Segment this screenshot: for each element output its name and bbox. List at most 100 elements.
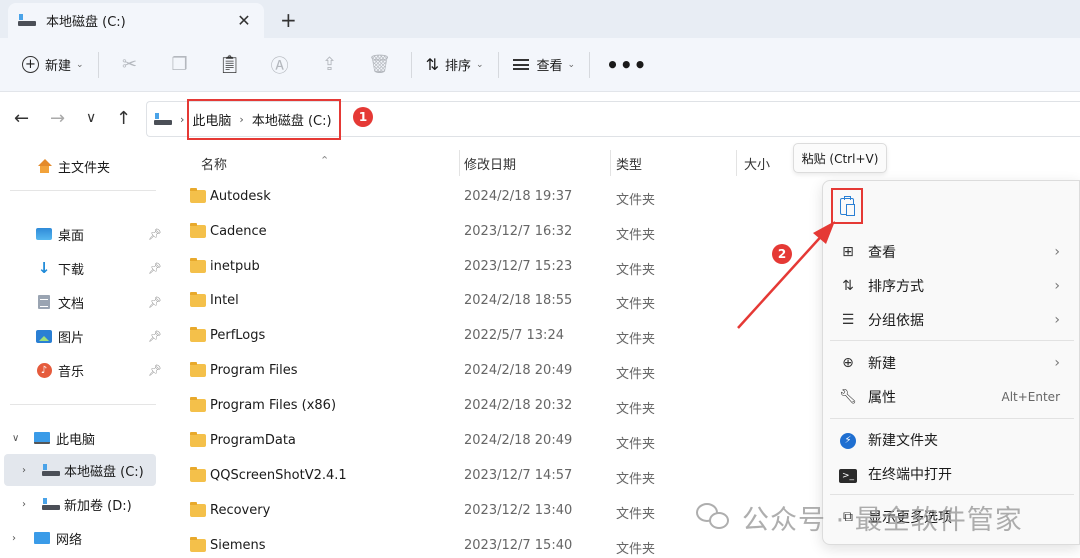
plus-icon: + (22, 56, 39, 73)
toolbar-divider (97, 51, 99, 78)
sidebar-label: 文档 (58, 296, 85, 312)
drive-icon (42, 496, 60, 512)
document-icon (36, 294, 52, 310)
sidebar-item-desktop[interactable]: 桌面 📌︎ (0, 218, 170, 250)
new-tab-button[interactable]: + (280, 8, 297, 32)
chevron-right-icon[interactable]: › (12, 533, 26, 544)
file-date: 2024/2/18 20:49 (464, 433, 573, 448)
column-size[interactable]: 大小 (744, 154, 770, 173)
pin-icon[interactable]: 📌︎ (148, 262, 162, 275)
sidebar-item-drive-d[interactable]: › 新加卷 (D:) (0, 488, 170, 520)
up-arrow-icon[interactable]: ↑ (116, 108, 131, 129)
folder-icon (190, 223, 206, 238)
pin-icon[interactable]: 📌︎ (148, 330, 162, 343)
folder-icon (190, 432, 206, 447)
menu-divider (830, 340, 1074, 341)
sidebar-divider (10, 404, 156, 405)
chevron-right-icon: › (1054, 312, 1060, 328)
file-name: Program Files (x86) (210, 398, 337, 413)
toolbar-divider (589, 51, 591, 78)
column-modified[interactable]: 修改日期 (464, 154, 516, 173)
sidebar-item-this-pc[interactable]: ∨ 此电脑 (0, 422, 170, 454)
sidebar-label: 桌面 (58, 228, 85, 244)
share-icon[interactable]: ⇪ (305, 49, 355, 81)
file-type: 文件夹 (616, 332, 656, 347)
sidebar-item-drive-c[interactable]: › 本地磁盘 (C:) (4, 454, 156, 486)
column-type[interactable]: 类型 (616, 154, 642, 173)
cut-icon[interactable]: ✂ (105, 49, 155, 81)
menu-item-sort-by[interactable]: ⇅ 排序方式 › (822, 269, 1080, 303)
chevron-right-icon[interactable]: › (22, 465, 36, 476)
menu-item-view[interactable]: ⊞ 查看 › (822, 235, 1080, 269)
sidebar-label: 下载 (58, 262, 85, 278)
back-arrow-icon[interactable]: ← (14, 108, 29, 129)
desktop-icon (36, 226, 52, 242)
tab-local-disk-c[interactable]: 本地磁盘 (C:) ✕ (8, 3, 264, 38)
sort-button[interactable]: ⇅ 排序 ⌄ (418, 49, 492, 81)
file-name: Recovery (210, 503, 271, 518)
sort-label: 排序 (444, 59, 471, 74)
paste-icon[interactable]: 📋︎ (205, 49, 255, 81)
column-headers: ⌃ 名称 修改日期 类型 大小 (170, 148, 1080, 178)
drive-icon (42, 462, 60, 478)
column-divider[interactable] (736, 150, 737, 176)
drive-icon (154, 113, 172, 125)
annotation-badge-2: 2 (772, 244, 792, 264)
sidebar-item-documents[interactable]: 文档 📌︎ (0, 286, 170, 318)
plus-circle-icon: ⊕ (842, 355, 854, 371)
sidebar-item-pictures[interactable]: 图片 📌︎ (0, 320, 170, 352)
download-icon: ↓ (37, 259, 51, 277)
sidebar-label: 网络 (56, 532, 83, 548)
file-date: 2023/12/7 14:57 (464, 468, 573, 483)
delete-icon[interactable]: 🗑︎ (355, 49, 405, 81)
chevron-right-icon: › (1054, 355, 1060, 371)
menu-item-new[interactable]: ⊕ 新建 › (822, 346, 1080, 380)
new-button[interactable]: + 新建 ⌄ (14, 49, 92, 81)
list-view-icon (512, 59, 529, 70)
file-date: 2023/12/7 15:23 (464, 259, 573, 274)
menu-item-new-folder[interactable]: ⚡ 新建文件夹 (822, 423, 1080, 457)
close-icon[interactable]: ✕ (234, 11, 254, 30)
recent-locations-icon[interactable]: ∨ (86, 110, 96, 126)
sidebar-item-music[interactable]: ♪ 音乐 📌︎ (0, 354, 170, 386)
paste-button[interactable] (831, 188, 863, 224)
column-divider[interactable] (610, 150, 611, 176)
view-button[interactable]: 查看 ⌄ (505, 49, 584, 81)
sidebar-item-downloads[interactable]: ↓ 下载 📌︎ (0, 252, 170, 284)
pin-icon[interactable]: 📌︎ (148, 364, 162, 377)
menu-item-open-terminal[interactable]: >_ 在终端中打开 (822, 457, 1080, 491)
menu-label: 在终端中打开 (868, 467, 952, 483)
chevron-down-icon: ⌄ (475, 59, 484, 70)
file-type: 文件夹 (616, 542, 656, 557)
pin-icon[interactable]: 📌︎ (148, 296, 162, 309)
chevron-right-icon: › (1054, 278, 1060, 294)
column-name[interactable]: 名称 (201, 154, 227, 173)
sidebar-label: 主文件夹 (58, 160, 111, 176)
chevron-down-icon[interactable]: ∨ (12, 433, 26, 444)
file-type: 文件夹 (616, 367, 656, 382)
rename-icon[interactable]: Ⓐ (255, 49, 305, 81)
drive-icon (18, 13, 36, 28)
folder-icon (190, 397, 206, 412)
new-folder-icon: ⚡ (838, 431, 858, 449)
file-name: QQScreenShotV2.4.1 (210, 468, 347, 483)
sidebar-item-network[interactable]: › 网络 (0, 522, 170, 554)
sidebar-label: 本地磁盘 (C:) (64, 464, 144, 480)
column-divider[interactable] (459, 150, 460, 176)
annotation-badge-1: 1 (353, 107, 373, 127)
menu-label: 分组依据 (868, 313, 924, 329)
menu-item-properties[interactable]: 🔧︎ 属性 Alt+Enter (822, 380, 1080, 414)
folder-icon (190, 327, 206, 342)
folder-icon (190, 188, 206, 203)
chevron-right-icon[interactable]: › (180, 113, 184, 126)
chevron-right-icon[interactable]: › (22, 499, 36, 510)
pin-icon[interactable]: 📌︎ (148, 228, 162, 241)
menu-item-group-by[interactable]: ☰ 分组依据 › (822, 303, 1080, 337)
toolbar-divider (410, 51, 412, 78)
forward-arrow-icon[interactable]: → (50, 108, 65, 129)
file-type: 文件夹 (616, 472, 656, 487)
sidebar-item-home[interactable]: 主文件夹 (0, 150, 170, 182)
copy-icon[interactable]: ❐ (155, 49, 205, 81)
file-date: 2024/2/18 18:55 (464, 293, 573, 308)
more-options-icon[interactable]: ••• (596, 53, 657, 77)
